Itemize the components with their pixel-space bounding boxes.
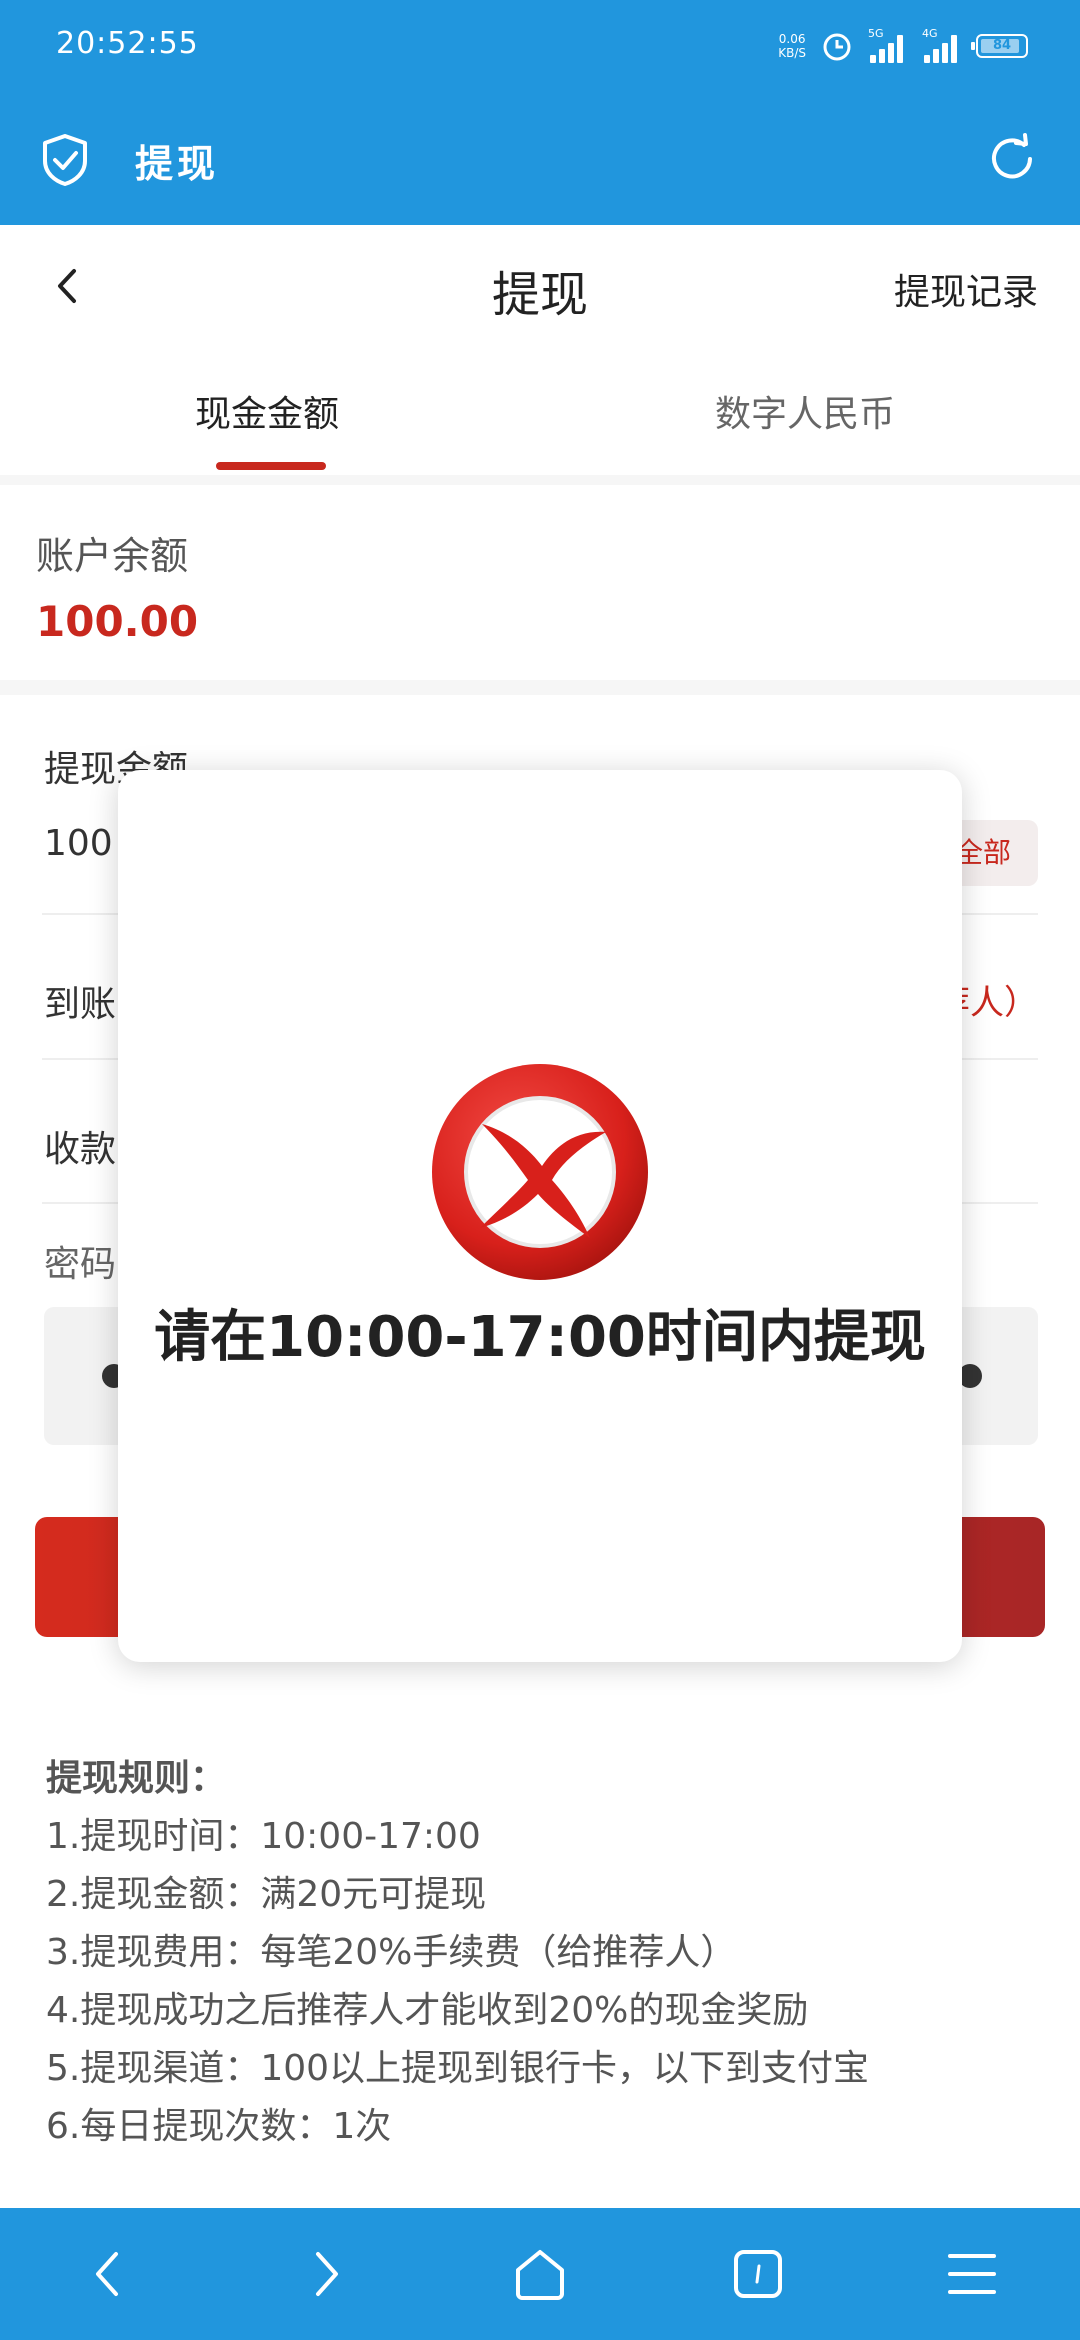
payee-label: 收款: [44, 1129, 117, 1170]
rule-item: 3.提现费用：每笔20%手续费（给推荐人）: [46, 1932, 737, 1973]
refresh-icon[interactable]: [984, 131, 1040, 187]
balance-value: 100.00: [36, 597, 199, 646]
page-header: 提现 提现记录: [0, 225, 1080, 350]
shield-check-icon: [43, 134, 87, 186]
status-bar: 20:52:55 0.06 KB/S 5G 4G 84: [0, 0, 1080, 95]
nav-back-icon[interactable]: [78, 2244, 138, 2304]
tab-cash-amount[interactable]: 现金金额: [195, 385, 339, 437]
section-gap: [0, 680, 1080, 695]
rule-item: 6.每日提现次数：1次: [46, 2106, 392, 2147]
app-bar: 提现: [0, 95, 1080, 225]
alarm-icon: [823, 33, 851, 61]
rules-title: 提现规则：: [46, 1758, 227, 1799]
nav-menu-icon[interactable]: [942, 2244, 1002, 2304]
rule-item: 5.提现渠道：100以上提现到银行卡，以下到支付宝: [46, 2048, 870, 2089]
active-tab-indicator: [216, 462, 326, 470]
amount-input[interactable]: 100: [44, 823, 113, 864]
withdraw-history-link[interactable]: 提现记录: [894, 263, 1038, 315]
battery-icon: 84: [971, 34, 1028, 58]
rule-item: 4.提现成功之后推荐人才能收到20%的现金奖励: [46, 1990, 809, 2031]
error-x-icon: [432, 1064, 648, 1280]
nav-tabs-icon[interactable]: [728, 2244, 788, 2304]
arrival-label: 到账: [44, 984, 117, 1025]
status-time: 20:52:55: [56, 26, 199, 61]
bottom-nav-bar: [0, 2208, 1080, 2340]
tab-digital-rmb[interactable]: 数字人民币: [715, 385, 895, 437]
rule-item: 2.提现金额：满20元可提现: [46, 1874, 487, 1915]
signal-4g-icon: 4G: [922, 27, 962, 63]
balance-label: 账户余额: [36, 534, 189, 578]
withdraw-rules: 提现规则： 1.提现时间：10:00-17:00 2.提现金额：满20元可提现 …: [46, 1750, 1046, 2156]
net-speed-value: 0.06: [778, 32, 806, 46]
battery-level: 84: [992, 38, 1012, 53]
net-speed-unit: KB/S: [778, 46, 806, 60]
section-gap: [0, 475, 1080, 485]
password-label: 密码: [44, 1244, 117, 1285]
net-speed: 0.06 KB/S: [778, 32, 806, 60]
rule-item: 1.提现时间：10:00-17:00: [46, 1816, 481, 1857]
tab-bar: 现金金额 数字人民币: [0, 350, 1080, 475]
nav-forward-icon[interactable]: [296, 2244, 356, 2304]
nav-home-icon[interactable]: [510, 2244, 570, 2304]
balance-card: 账户余额 100.00: [0, 485, 1080, 680]
error-dialog[interactable]: 请在10:00-17:00时间内提现: [118, 770, 962, 1662]
app-title: 提现: [135, 141, 220, 186]
status-icons: 0.06 KB/S 5G 4G 84: [778, 24, 1028, 68]
signal-5g-icon: 5G: [868, 27, 908, 63]
dialog-message: 请在10:00-17:00时间内提现: [154, 1305, 926, 1370]
